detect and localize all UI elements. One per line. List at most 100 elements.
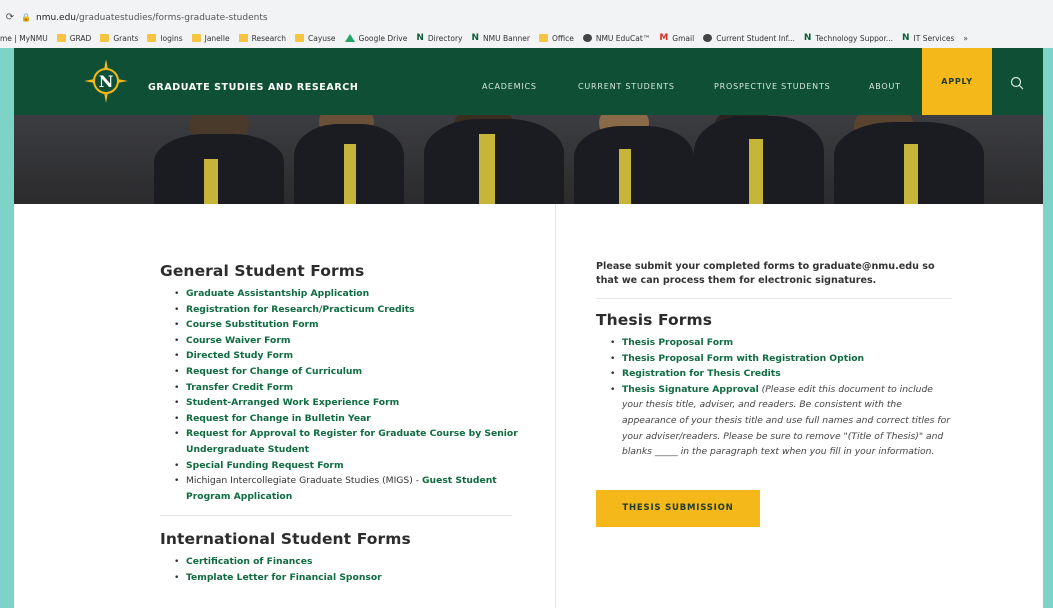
general-form-link[interactable]: Request for Change of Curriculum <box>186 366 362 377</box>
bookmark-label: NMU Banner <box>483 33 530 43</box>
bookmark-label: logins <box>160 33 183 43</box>
thesis-submission-button[interactable]: THESIS SUBMISSION <box>596 489 760 527</box>
bookmark-item[interactable]: logins <box>147 33 183 43</box>
bookmark-label: IT Services <box>913 33 955 43</box>
thesis-form-link[interactable]: Thesis Proposal Form with Registration O… <box>622 353 864 364</box>
search-icon[interactable] <box>1010 76 1024 90</box>
general-form-link[interactable]: Request for Approval to Register for Gra… <box>186 428 518 455</box>
bookmark-item[interactable]: NMU EduCat™ <box>582 33 651 43</box>
thesis-signature-link[interactable]: Thesis Signature Approval <box>622 384 759 395</box>
list-item: Request for Change of Curriculum <box>174 364 520 380</box>
folder-icon <box>191 34 201 42</box>
international-form-link[interactable]: Template Letter for Financial Sponsor <box>186 572 382 583</box>
list-item: Certification of Finances <box>174 554 520 570</box>
migs-prefix: Michigan Intercollegiate Graduate Studie… <box>186 475 422 487</box>
general-form-link[interactable]: Registration for Research/Practicum Cred… <box>186 304 415 315</box>
url-text[interactable]: nmu.edu/graduatestudies/forms-graduate-s… <box>36 13 268 23</box>
general-form-link[interactable]: Directed Study Form <box>186 350 293 361</box>
thesis-form-link[interactable]: Registration for Thesis Credits <box>622 368 781 379</box>
site-header: N GRADUATE STUDIES AND RESEARCH ACADEMIC… <box>14 48 1043 115</box>
n-icon: N <box>416 33 424 43</box>
migs-list: Michigan Intercollegiate Graduate Studie… <box>174 473 520 504</box>
bookmark-item[interactable]: Cayuse <box>294 33 336 43</box>
folder-icon <box>238 34 248 42</box>
general-form-link[interactable]: Course Waiver Form <box>186 335 290 346</box>
globe-icon <box>703 34 713 42</box>
bookmark-label: » <box>963 33 968 43</box>
list-item: Request for Change in Bulletin Year <box>174 411 520 427</box>
folder-icon <box>56 34 66 42</box>
bookmark-label: Directory <box>427 33 463 43</box>
general-forms-list: Graduate Assistantship Application Regist… <box>174 286 520 473</box>
gmail-icon: M <box>659 33 669 43</box>
n-icon: N <box>902 33 910 43</box>
bookmark-label: Cayuse <box>307 33 336 43</box>
folder-icon <box>294 34 304 42</box>
submission-note: Please submit your completed forms to gr… <box>596 261 935 286</box>
bookmark-label: Research <box>251 33 286 43</box>
list-item: Registration for Thesis Credits <box>610 366 952 382</box>
nav-prospective-students[interactable]: PROSPECTIVE STUDENTS <box>714 82 831 91</box>
bookmark-label: me | MyNMU <box>0 33 48 43</box>
bookmark-item[interactable]: Grants <box>100 34 138 43</box>
bookmark-label: Janelle <box>204 33 230 43</box>
reload-icon[interactable]: ⟳ <box>0 12 20 23</box>
svg-text:N: N <box>99 72 114 91</box>
international-forms-list: Certification of Finances Template Letter… <box>174 554 520 585</box>
nav-about[interactable]: ABOUT <box>869 82 901 91</box>
bookmark-label: Current Student Inf... <box>716 33 795 43</box>
thesis-form-link[interactable]: Thesis Proposal Form <box>622 337 733 348</box>
bookmark-item[interactable]: N NMU Banner <box>471 33 529 43</box>
bookmark-label: Grants <box>113 33 139 43</box>
n-icon: N <box>471 33 480 43</box>
list-item: Course Waiver Form <box>174 333 520 349</box>
list-item: Registration for Research/Practicum Cred… <box>174 302 520 318</box>
thesis-forms-heading: Thesis Forms <box>596 311 713 329</box>
bookmark-item[interactable]: N Technology Suppor... <box>804 33 893 43</box>
general-form-link[interactable]: Transfer Credit Form <box>186 382 293 393</box>
list-item: Special Funding Request Form <box>174 458 520 474</box>
list-item: Student-Arranged Work Experience Form <box>174 395 520 411</box>
general-form-link[interactable]: Student-Arranged Work Experience Form <box>186 397 399 408</box>
section-divider <box>596 298 952 299</box>
web-page: N GRADUATE STUDIES AND RESEARCH ACADEMIC… <box>14 48 1043 608</box>
bookmark-item[interactable]: N Directory <box>416 33 462 43</box>
bookmark-label: Gmail <box>672 33 695 43</box>
lock-icon: 🔒 <box>21 13 31 22</box>
folder-icon <box>100 34 110 42</box>
general-form-link[interactable]: Course Substitution Form <box>186 319 319 330</box>
bookmark-item[interactable]: Google Drive <box>344 33 408 43</box>
international-form-link[interactable]: Certification of Finances <box>186 556 312 567</box>
bookmark-item[interactable]: Research <box>238 33 286 43</box>
bookmark-item[interactable]: Janelle <box>191 33 230 43</box>
address-bar[interactable]: ⟳ 🔒 nmu.edu/graduatestudies/forms-gradua… <box>0 8 1053 27</box>
list-item: Michigan Intercollegiate Graduate Studie… <box>174 473 520 504</box>
url-path: /graduatestudies/forms-graduate-students <box>76 12 268 23</box>
list-item: Transfer Credit Form <box>174 380 520 396</box>
list-item: Template Letter for Financial Sponsor <box>174 570 520 586</box>
general-form-link[interactable]: Graduate Assistantship Application <box>186 288 369 299</box>
nmu-logo[interactable]: N <box>82 57 130 105</box>
bookmark-item[interactable]: N IT Services <box>902 33 954 43</box>
general-form-link[interactable]: Special Funding Request Form <box>186 460 344 471</box>
international-forms-heading: International Student Forms <box>160 530 411 549</box>
nav-current-students[interactable]: CURRENT STUDENTS <box>578 82 675 91</box>
apply-button[interactable]: APPLY <box>922 48 992 115</box>
bookmark-label: Technology Suppor... <box>815 33 893 43</box>
bookmark-label: NMU EduCat™ <box>595 33 651 43</box>
browser-chrome: ⟳ 🔒 nmu.edu/graduatestudies/forms-gradua… <box>0 0 1053 48</box>
bookmark-item[interactable]: Current Student Inf... <box>703 34 795 43</box>
bookmark-item[interactable]: Office <box>538 34 574 43</box>
list-item: Course Substitution Form <box>174 317 520 333</box>
general-form-link[interactable]: Request for Change in Bulletin Year <box>186 413 371 424</box>
site-title[interactable]: GRADUATE STUDIES AND RESEARCH <box>148 82 358 93</box>
n-icon: N <box>803 33 812 43</box>
bookmark-item[interactable]: GRAD <box>56 34 91 43</box>
bookmark-label: Google Drive <box>358 33 408 43</box>
drive-icon <box>344 34 355 42</box>
nav-academics[interactable]: ACADEMICS <box>482 82 537 91</box>
bookmark-item[interactable]: M Gmail <box>659 33 694 43</box>
bookmark-item[interactable]: me | MyNMU <box>0 34 48 43</box>
bookmark-item[interactable]: » <box>963 34 968 43</box>
list-item: Thesis Proposal Form with Registration O… <box>610 351 952 367</box>
